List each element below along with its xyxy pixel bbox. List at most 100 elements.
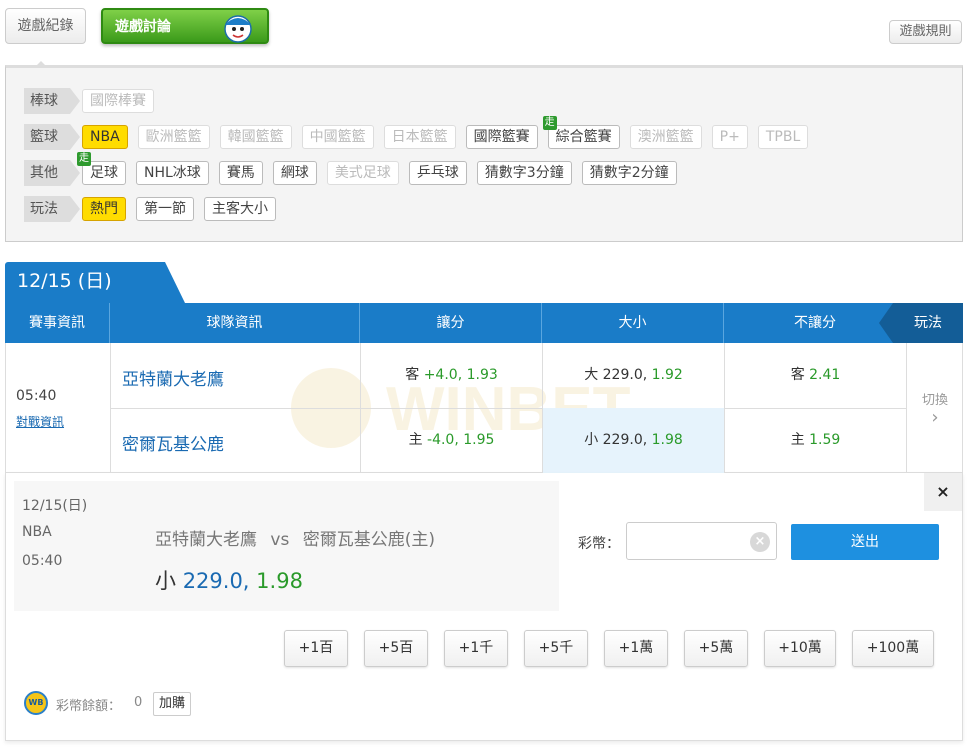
- filter-row-basketball: 籃球 NBA 歐洲籃籃 韓國籃籃 中國籃籃 日本籃籃 國際籃賽 走 綜合籃賽 澳…: [24, 116, 818, 151]
- live-badge: 走: [542, 116, 557, 130]
- tab-game-discussion-label: 遊戲討論: [115, 19, 171, 35]
- total-over-odds[interactable]: 大 229.0, 1.92: [543, 343, 725, 408]
- total-under-odds[interactable]: 小 229.0, 1.98: [543, 408, 725, 473]
- filter-panel: 棒球 國際棒賽 籃球 NBA 歐洲籃籃 韓國籃籃 中國籃籃 日本籃籃 國際籃賽 …: [5, 65, 963, 242]
- chip-guess-2min[interactable]: 猜數字2分鐘: [581, 161, 677, 185]
- tab-game-discussion[interactable]: 遊戲討論: [101, 8, 269, 44]
- chip-korea-basketball[interactable]: 韓國籃籃: [219, 125, 292, 149]
- table-header: 賽事資訊 球隊資訊 讓分 大小 不讓分 玩法: [5, 303, 963, 343]
- coin-icon: WB: [24, 691, 48, 715]
- odds-line: 229.0: [602, 432, 643, 448]
- filter-label-baseball: 棒球: [24, 88, 80, 114]
- odds-side: 客: [790, 367, 805, 383]
- topup-button[interactable]: 加購: [153, 692, 192, 716]
- moneyline-home-odds[interactable]: 主 1.59: [725, 408, 907, 473]
- chip-guess-3min[interactable]: 猜數字3分鐘: [476, 161, 572, 185]
- close-button[interactable]: ×: [924, 473, 962, 511]
- switch-label: 切換: [921, 393, 948, 408]
- filter-row-play: 玩法 熱門 第一節 主客大小: [24, 195, 286, 223]
- odds-side: 小: [584, 432, 599, 448]
- bet-pick-line: 229.0,: [182, 569, 250, 593]
- amount-label: 彩幣：: [578, 536, 620, 552]
- chip-mixed-basketball-label: 綜合籃賽: [555, 129, 612, 145]
- quick-add-500[interactable]: +5百: [364, 630, 428, 667]
- chip-australia-basketball[interactable]: 澳洲籃籃: [629, 125, 702, 149]
- balance-label: 彩幣餘額：: [56, 699, 122, 714]
- filter-row-baseball: 棒球 國際棒賽: [24, 87, 164, 115]
- chip-mixed-basketball[interactable]: 走 綜合籃賽: [542, 116, 620, 149]
- header-play: 玩法: [879, 303, 963, 343]
- quick-add-5000[interactable]: +5千: [524, 630, 588, 667]
- filter-label-play: 玩法: [24, 196, 80, 222]
- bet-info-box: 12/15(日) NBA 05:40 亞特蘭大老鷹 vs 密爾瓦基公鹿(主) 小…: [14, 481, 559, 611]
- chip-tpbl[interactable]: TPBL: [757, 125, 809, 149]
- chevron-right-icon: ›: [931, 407, 939, 428]
- header-total: 大小: [542, 303, 724, 343]
- chip-popular[interactable]: 熱門: [82, 197, 126, 221]
- tab-game-record[interactable]: 遊戲紀錄: [5, 8, 86, 44]
- odds-value: 2.41: [809, 367, 841, 383]
- clear-icon[interactable]: ×: [750, 532, 770, 552]
- bet-pick-odds: 1.98: [256, 569, 303, 593]
- spread-away-odds[interactable]: 客 +4.0, 1.93: [361, 343, 543, 408]
- bet-away-team: 亞特蘭大老鷹: [155, 530, 257, 550]
- bet-time: 05:40: [22, 553, 63, 569]
- odds-value: 1.95: [463, 432, 495, 448]
- bet-date: 12/15(日): [22, 498, 88, 514]
- submit-button[interactable]: 送出: [791, 524, 939, 560]
- chip-first-quarter[interactable]: 第一節: [136, 197, 194, 221]
- filter-label-other: 其他: [24, 160, 80, 186]
- quick-add-10k[interactable]: +1萬: [604, 630, 668, 667]
- chip-nhl[interactable]: NHL冰球: [136, 161, 209, 185]
- live-badge: 走: [77, 152, 91, 166]
- odds-side: 大: [584, 367, 599, 383]
- chip-soccer-label: 足球: [90, 165, 118, 181]
- page-root: 遊戲紀錄 遊戲討論 遊戲規則 棒球 國際棒賽 籃球 NBA 歐洲籃籃 韓國籃籃 …: [0, 0, 968, 748]
- bet-matchup: 亞特蘭大老鷹 vs 密爾瓦基公鹿(主): [155, 525, 435, 550]
- odds-value: 1.92: [651, 367, 683, 383]
- chip-china-basketball[interactable]: 中國籃籃: [301, 125, 374, 149]
- odds-line: -4.0: [427, 432, 455, 448]
- game-row: WINBET 05:40 對戰資訊 亞特蘭大老鷹 密爾瓦基公鹿 客 +4.0, …: [5, 343, 963, 473]
- amount-input[interactable]: ×: [626, 522, 777, 560]
- switch-play-button[interactable]: 切換 ›: [907, 343, 963, 473]
- odds-side: 客: [405, 367, 420, 383]
- event-info-cell: 05:40 對戰資訊: [6, 343, 111, 473]
- game-time: 05:40: [16, 388, 57, 404]
- chip-horse-racing[interactable]: 賽馬: [218, 161, 263, 185]
- bet-pick: 小 229.0, 1.98: [155, 565, 303, 595]
- chip-p-plus[interactable]: P+: [711, 125, 748, 149]
- matchup-info-link[interactable]: 對戰資訊: [16, 413, 64, 430]
- chip-intl-baseball[interactable]: 國際棒賽: [82, 89, 154, 113]
- game-rules-button[interactable]: 遊戲規則: [889, 20, 962, 44]
- chip-euro-basketball[interactable]: 歐洲籃籃: [137, 125, 210, 149]
- bet-pick-side: 小: [155, 569, 176, 593]
- quick-add-100[interactable]: +1百: [284, 630, 348, 667]
- quick-add-1000[interactable]: +1千: [444, 630, 508, 667]
- chip-intl-basketball[interactable]: 國際籃賽: [465, 125, 538, 149]
- chip-table-tennis[interactable]: 乒乓球: [408, 161, 467, 185]
- quick-add-100k[interactable]: +10萬: [764, 630, 836, 667]
- quick-add-1m[interactable]: +100萬: [852, 630, 934, 667]
- odds-value: 1.98: [651, 432, 683, 448]
- chip-home-away-total[interactable]: 主客大小: [204, 197, 276, 221]
- date-tab: 12/15 (日): [5, 262, 185, 303]
- header-spread: 讓分: [360, 303, 542, 343]
- odds-side: 主: [408, 432, 423, 448]
- chip-tennis[interactable]: 網球: [272, 161, 317, 185]
- odds-side: 主: [790, 432, 805, 448]
- chip-american-football[interactable]: 美式足球: [326, 161, 399, 185]
- quick-add-50k[interactable]: +5萬: [684, 630, 748, 667]
- chip-nba[interactable]: NBA: [82, 125, 128, 149]
- bet-league: NBA: [22, 524, 52, 540]
- chip-soccer[interactable]: 走 足球: [77, 152, 126, 185]
- balance-value: 0: [134, 695, 143, 710]
- filter-label-basketball: 籃球: [24, 124, 80, 150]
- odds-line: 229.0: [602, 367, 643, 383]
- odds-line: +4.0: [423, 367, 458, 383]
- moneyline-away-odds[interactable]: 客 2.41: [725, 343, 907, 408]
- chip-japan-basketball[interactable]: 日本籃籃: [383, 125, 456, 149]
- spread-home-odds[interactable]: 主 -4.0, 1.95: [361, 408, 543, 473]
- date-bar: 12/15 (日): [5, 262, 963, 303]
- home-team-name: 密爾瓦基公鹿: [122, 435, 224, 455]
